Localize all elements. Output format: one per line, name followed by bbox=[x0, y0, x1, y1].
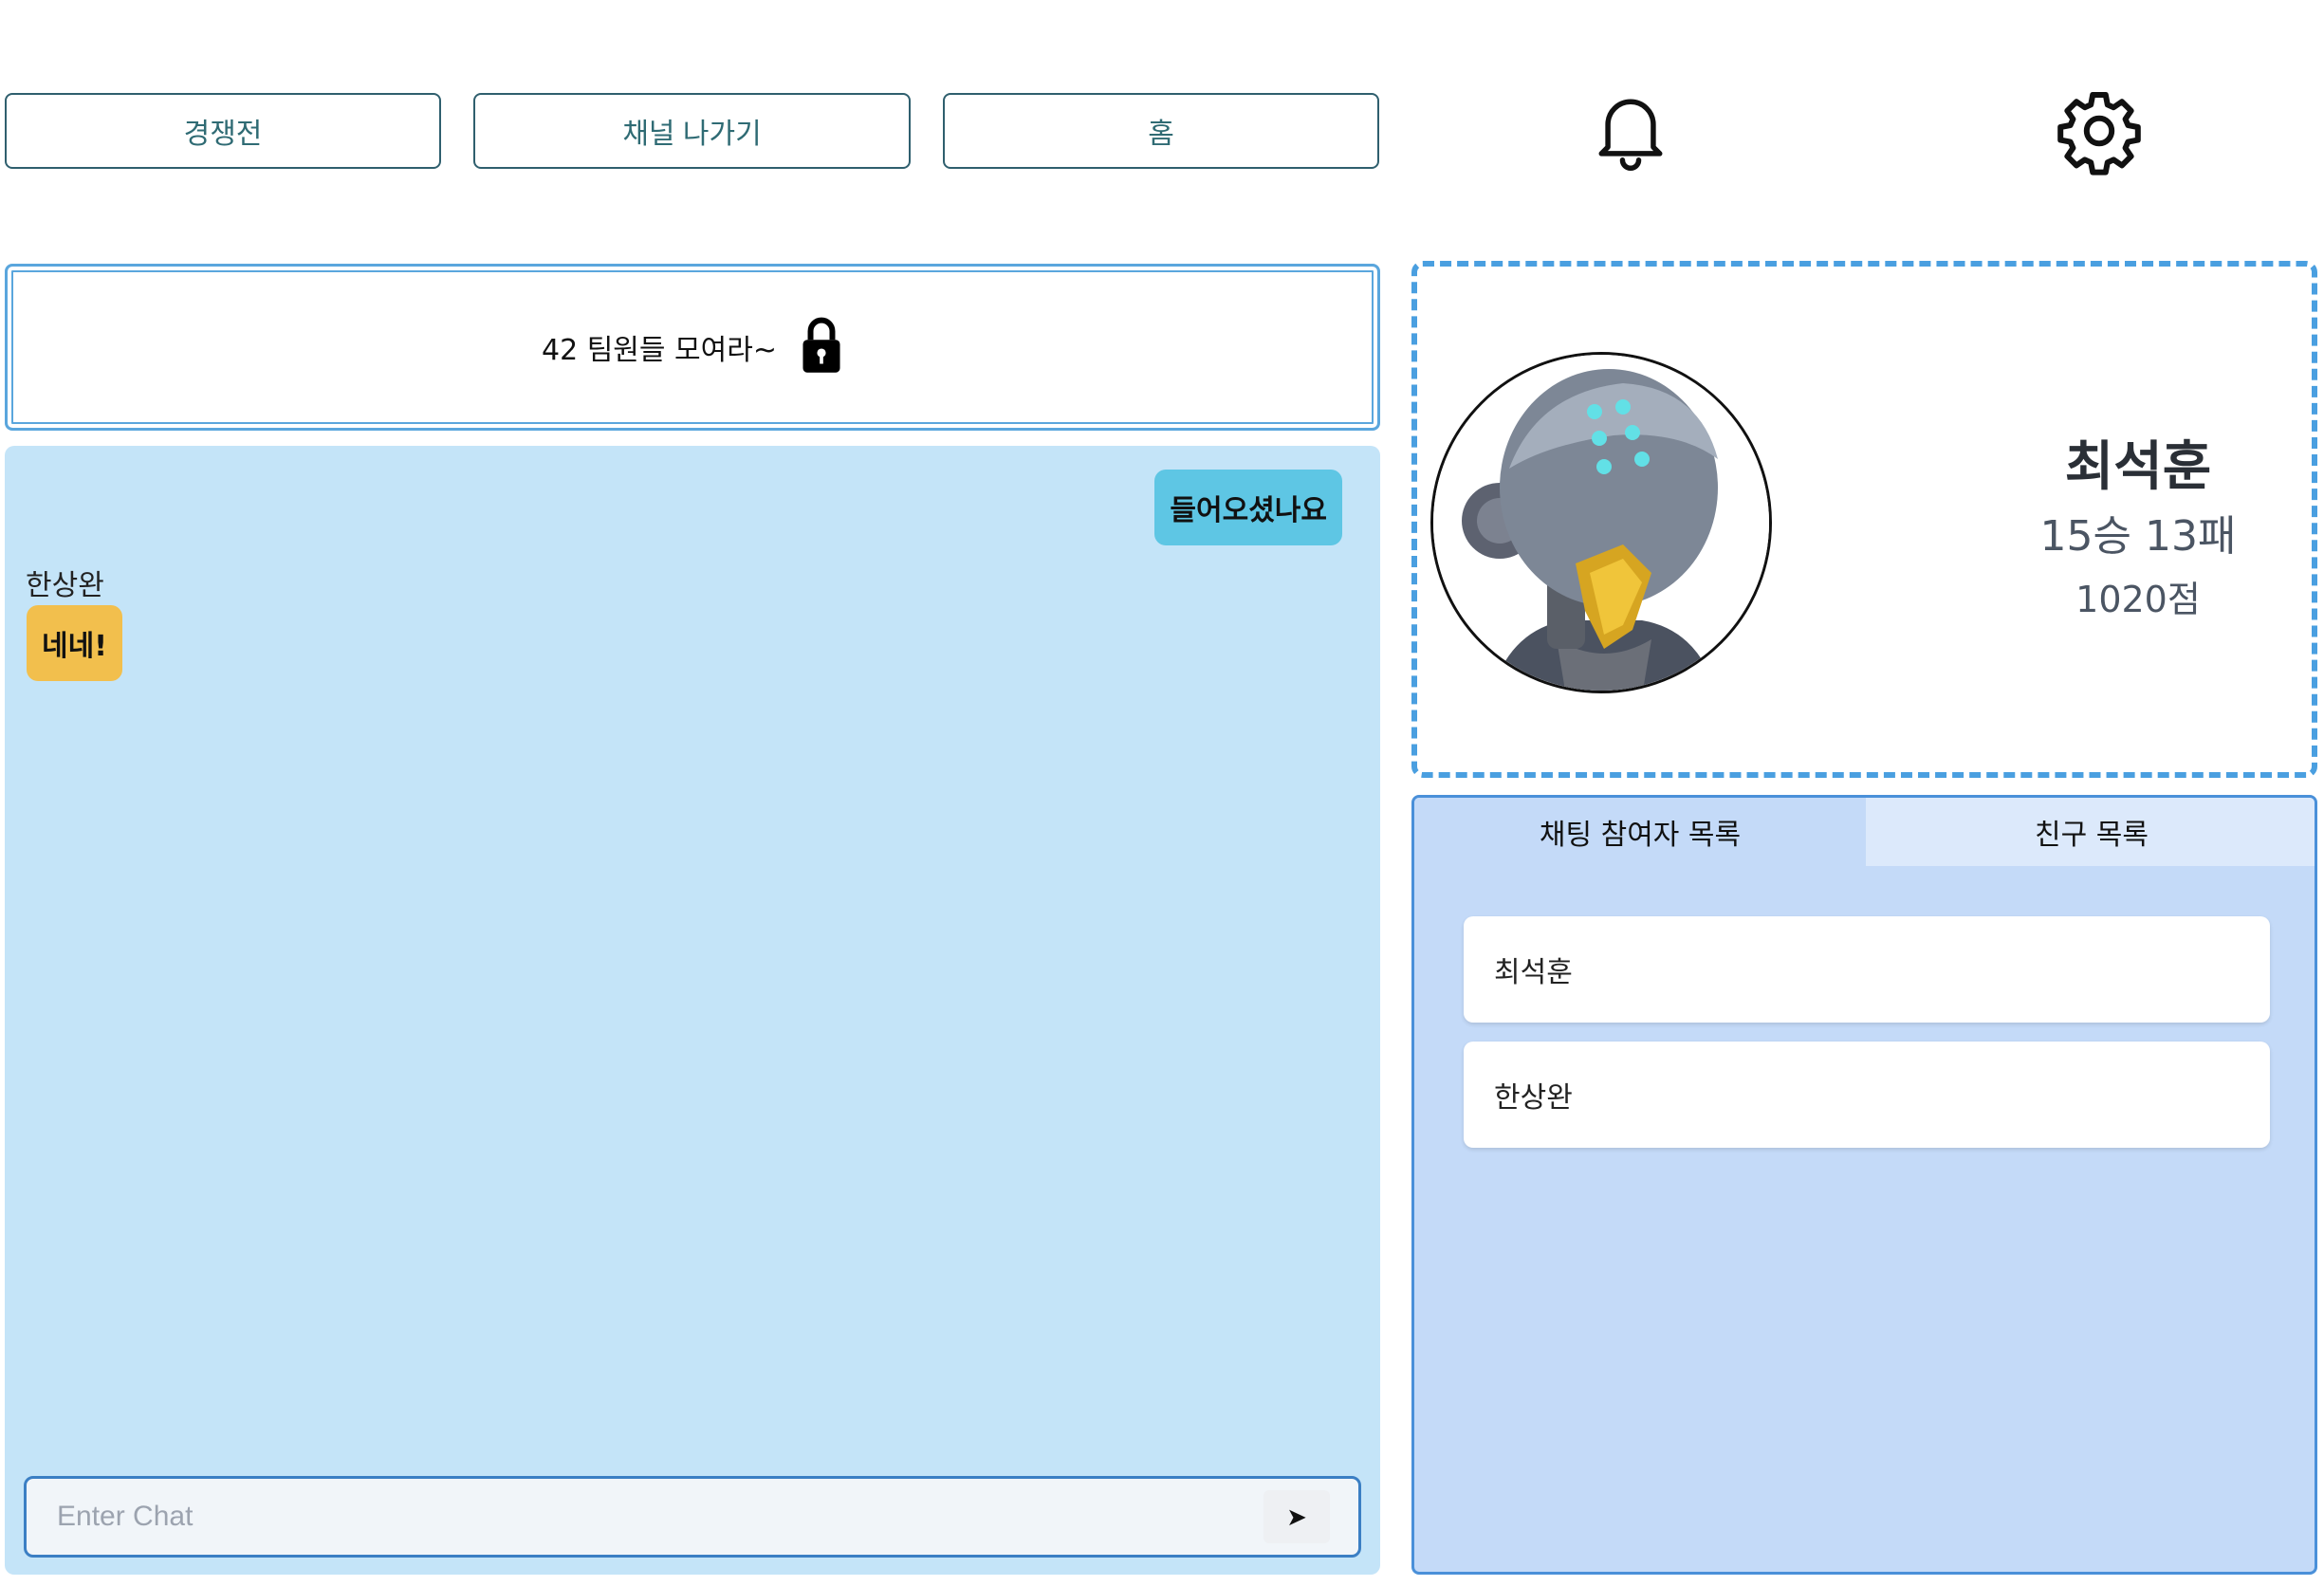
other-message: 네네! bbox=[27, 605, 122, 681]
channel-header: 42 팀원들 모여라~ bbox=[5, 264, 1380, 431]
profile-name: 최석훈 bbox=[2064, 436, 2212, 498]
chat-panel: 들어오셨나요 한상완 네네! ➤ bbox=[5, 446, 1380, 1575]
send-button[interactable]: ➤ bbox=[1263, 1490, 1330, 1543]
page: 경쟁전 채널 나가기 홈 42 팀원들 모여라~ 들어오셨나요 한상완 네네! bbox=[0, 0, 2324, 1586]
competitive-button[interactable]: 경쟁전 bbox=[5, 93, 441, 169]
profile-card: 최석훈 15승 13패 1020점 bbox=[1411, 261, 2317, 778]
leave-channel-button[interactable]: 채널 나가기 bbox=[473, 93, 911, 169]
message-sender: 한상완 bbox=[26, 569, 104, 602]
lock-icon bbox=[800, 316, 843, 378]
participant-item[interactable]: 최석훈 bbox=[1464, 916, 2270, 1023]
tab-friends[interactable]: 친구 목록 bbox=[1866, 798, 2315, 866]
chat-input[interactable] bbox=[57, 1501, 1263, 1533]
chat-input-box: ➤ bbox=[24, 1476, 1361, 1558]
gear-icon[interactable] bbox=[2046, 83, 2152, 178]
channel-title: 42 팀원들 모여라~ bbox=[542, 334, 777, 367]
bell-icon[interactable] bbox=[1577, 83, 1684, 178]
participants-panel: 채팅 참여자 목록 친구 목록 최석훈 한상완 bbox=[1411, 795, 2317, 1575]
my-message: 들어오셨나요 bbox=[1154, 470, 1342, 545]
home-button[interactable]: 홈 bbox=[943, 93, 1379, 169]
tab-chat-participants[interactable]: 채팅 참여자 목록 bbox=[1414, 798, 1866, 866]
participant-item[interactable]: 한상완 bbox=[1464, 1042, 2270, 1148]
profile-record: 15승 13패 bbox=[2039, 512, 2237, 561]
avatar[interactable] bbox=[1430, 352, 1772, 693]
profile-score: 1020점 bbox=[2075, 579, 2201, 620]
